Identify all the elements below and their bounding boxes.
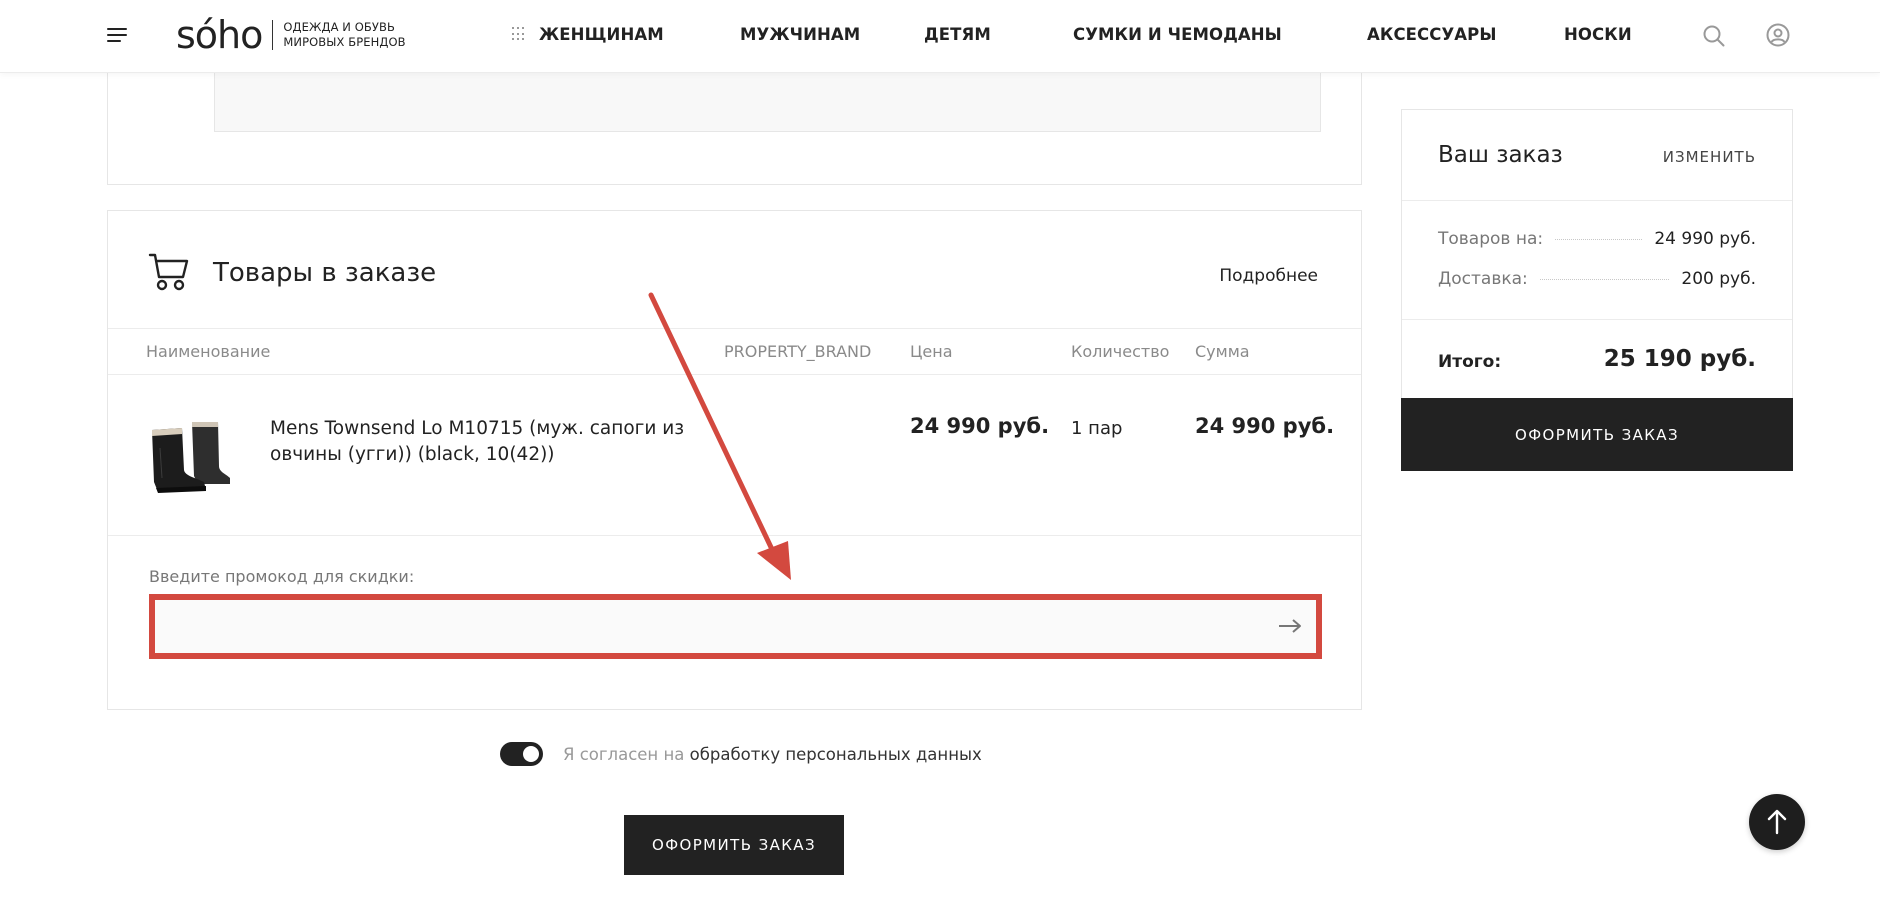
menu-icon[interactable] — [107, 28, 127, 44]
promo-label: Введите промокод для скидки: — [149, 567, 415, 586]
summary-goods-value: 24 990 руб. — [1654, 229, 1756, 249]
summary-goods-row: Товаров на: 24 990 руб. — [1438, 229, 1756, 249]
column-header-quantity: Количество — [1071, 342, 1170, 361]
column-header-brand: PROPERTY_BRAND — [724, 342, 872, 361]
place-order-button[interactable]: ОФОРМИТЬ ЗАКАЗ — [624, 815, 844, 875]
agreement-prefix: Я согласен на — [563, 745, 690, 764]
nav-accessories[interactable]: АКСЕССУАРЫ — [1367, 25, 1497, 44]
summary-title: Ваш заказ — [1438, 142, 1563, 168]
agreement-toggle[interactable] — [500, 742, 543, 766]
arrow-up-icon — [1767, 809, 1787, 835]
product-sum: 24 990 руб. — [1195, 414, 1335, 438]
column-header-sum: Сумма — [1195, 342, 1250, 361]
agreement-text: Я согласен на обработку персональных дан… — [563, 745, 982, 764]
items-section-title: Товары в заказе — [213, 258, 437, 288]
site-header: sóho ОДЕЖДА И ОБУВЬ МИРОВЫХ БРЕНДОВ ЖЕНЩ… — [0, 0, 1880, 73]
nav-socks[interactable]: НОСКИ — [1564, 25, 1632, 44]
dotted-leader — [1555, 238, 1643, 240]
arrow-right-icon[interactable] — [1278, 618, 1302, 634]
summary-delivery-row: Доставка: 200 руб. — [1438, 269, 1756, 289]
nav-women[interactable]: ЖЕНЩИНАМ — [539, 25, 664, 44]
dotted-leader — [1539, 278, 1670, 280]
summary-place-order-button[interactable]: ОФОРМИТЬ ЗАКАЗ — [1401, 398, 1793, 471]
summary-delivery-value: 200 руб. — [1681, 269, 1756, 289]
order-summary: Ваш заказ ИЗМЕНИТЬ Товаров на: 24 990 ру… — [1401, 109, 1793, 471]
logo-wordmark: sóho — [176, 13, 263, 57]
items-more-link[interactable]: Подробнее — [1219, 266, 1318, 286]
promo-code-input[interactable] — [155, 600, 1316, 653]
divider — [108, 535, 1361, 536]
order-items-panel: Товары в заказе Подробнее Наименование P… — [107, 210, 1362, 710]
summary-goods-label: Товаров на: — [1438, 229, 1544, 249]
nav-bags[interactable]: СУМКИ И ЧЕМОДАНЫ — [1073, 25, 1282, 44]
nav-men[interactable]: МУЖЧИНАМ — [740, 25, 860, 44]
summary-total-label: Итого: — [1438, 352, 1502, 372]
divider — [108, 374, 1361, 375]
divider — [1402, 200, 1792, 201]
logo-divider — [272, 20, 274, 50]
divider — [1402, 319, 1792, 320]
agreement-link[interactable]: обработку персональных данных — [690, 745, 982, 764]
user-icon[interactable] — [1766, 23, 1790, 47]
logo[interactable]: sóho ОДЕЖДА И ОБУВЬ МИРОВЫХ БРЕНДОВ — [176, 10, 406, 60]
product-image[interactable] — [148, 418, 236, 494]
previous-section-panel — [107, 60, 1362, 185]
logo-tagline: ОДЕЖДА И ОБУВЬ МИРОВЫХ БРЕНДОВ — [283, 20, 406, 49]
product-price: 24 990 руб. — [910, 414, 1050, 438]
column-header-price: Цена — [910, 342, 953, 361]
divider — [108, 328, 1361, 329]
summary-edit-link[interactable]: ИЗМЕНИТЬ — [1663, 148, 1756, 166]
column-header-name: Наименование — [146, 342, 271, 361]
grid-icon — [512, 27, 526, 41]
cart-icon — [148, 253, 189, 291]
product-name[interactable]: Mens Townsend Lo M10715 (муж. сапоги из … — [270, 416, 690, 468]
product-quantity: 1 пар — [1071, 418, 1123, 439]
summary-delivery-label: Доставка: — [1438, 269, 1528, 289]
search-icon[interactable] — [1702, 24, 1726, 48]
scroll-top-button[interactable] — [1749, 794, 1805, 850]
summary-total-value: 25 190 руб. — [1603, 346, 1756, 372]
nav-kids[interactable]: ДЕТЯМ — [924, 25, 991, 44]
promo-field-wrapper — [149, 594, 1322, 659]
